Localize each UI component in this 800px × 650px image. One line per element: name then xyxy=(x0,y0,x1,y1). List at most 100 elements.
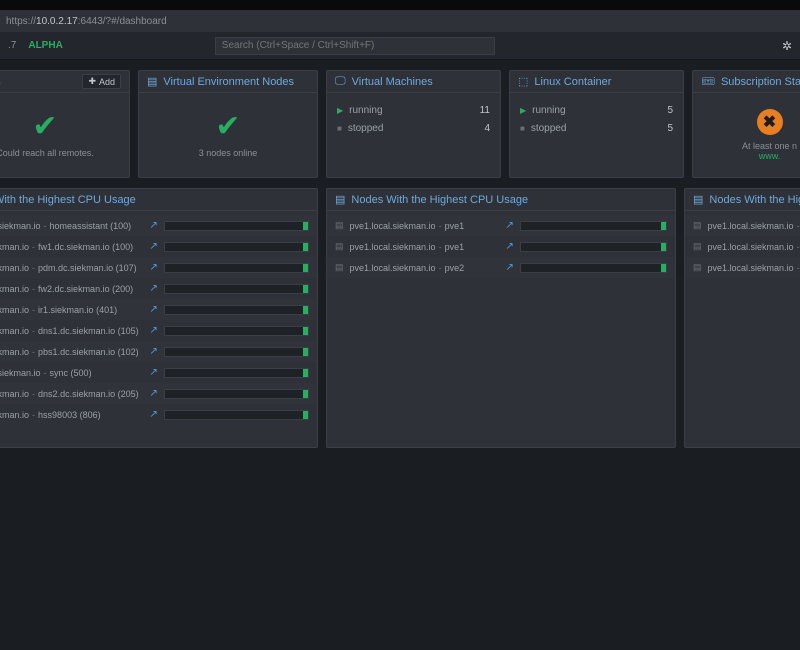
node-icon: ▤ xyxy=(693,220,702,231)
resource-name: .siekman.io-fw1.dc.siekman.io (100) xyxy=(0,242,144,252)
open-link-icon[interactable]: ↗ xyxy=(150,388,158,399)
subscription-status: At least one n www. xyxy=(742,141,797,161)
resource-row[interactable]: ▤ .siekman.io-pdm.dc.siekman.io (107) ↗ xyxy=(0,257,317,278)
resource-row[interactable]: ▤ .siekman.io-hss98003 (806) ↗ xyxy=(0,404,317,425)
usage-bar xyxy=(164,368,309,378)
resource-name: cal.siekman.io-sync (500) xyxy=(0,368,144,378)
url-host: 10.0.2.17 xyxy=(36,16,78,27)
status-count: 4 xyxy=(484,123,490,134)
resource-name: pve1.local.siekman.io-pve1 xyxy=(708,263,800,273)
resource-name: cal.siekman.io-homeassistant (100) xyxy=(0,221,144,231)
browser-urlbar[interactable]: https://10.0.2.17:6443/?#/dashboard xyxy=(0,10,800,32)
usage-bar xyxy=(164,284,309,294)
status-row: ▶running 11 xyxy=(337,101,490,119)
alpha-badge: ALPHA xyxy=(28,40,62,51)
check-icon: ✔ xyxy=(215,112,240,142)
usage-bar xyxy=(164,221,309,231)
url-path: :6443/?#/dashboard xyxy=(78,16,167,27)
version-label: .7 xyxy=(8,40,16,51)
open-link-icon[interactable]: ↗ xyxy=(150,283,158,294)
status-count: 5 xyxy=(667,123,673,134)
status-label: stopped xyxy=(531,123,567,134)
desktop-icon: 🖵 xyxy=(335,75,346,88)
status-row: ■stopped 4 xyxy=(337,119,490,137)
stop-icon: ■ xyxy=(337,124,342,133)
resource-name: .siekman.io-pdm.dc.siekman.io (107) xyxy=(0,263,144,273)
dashboard-content: ☁ tes ✚ Add ✔ Could reach all remotes. ▤… xyxy=(0,60,800,458)
resource-row[interactable]: ▤ .siekman.io-pbs1.dc.siekman.io (102) ↗ xyxy=(0,341,317,362)
resource-row[interactable]: ▤ cal.siekman.io-homeassistant (100) ↗ xyxy=(0,215,317,236)
resource-row[interactable]: ▤ .siekman.io-ir1.siekman.io (401) ↗ xyxy=(0,299,317,320)
card-subscription: 🎟 Subscription Status ✖ At least one n w… xyxy=(692,70,800,178)
search-container xyxy=(215,37,495,55)
error-icon: ✖ xyxy=(757,109,783,135)
server-icon: ▤ xyxy=(147,75,157,88)
resource-row[interactable]: ▤ pve1.local.siekman.io-pve2 ↗ xyxy=(685,236,800,257)
open-link-icon[interactable]: ↗ xyxy=(506,241,514,252)
resource-name: .siekman.io-hss98003 (806) xyxy=(0,410,144,420)
resource-row[interactable]: ▤ .siekman.io-dns2.dc.siekman.io (205) ↗ xyxy=(0,383,317,404)
list-icon: ▤ xyxy=(335,193,345,206)
resource-row[interactable]: ▤ pve1.local.siekman.io-pve1 ↗ xyxy=(685,257,800,278)
panel-body: ▤ pve1.local.siekman.io-pve1 ↗ ▤ pve1.lo… xyxy=(685,211,800,282)
panel-title: Nodes With the Highest CPU Usage xyxy=(351,194,528,206)
usage-bar xyxy=(164,242,309,252)
search-input[interactable] xyxy=(215,37,495,55)
play-icon: ▶ xyxy=(337,106,343,115)
open-link-icon[interactable]: ↗ xyxy=(150,409,158,420)
node-icon: ▤ xyxy=(693,262,702,273)
open-link-icon[interactable]: ↗ xyxy=(150,220,158,231)
vm-status-list: ▶running 11 ■stopped 4 xyxy=(335,97,492,141)
resource-name: pve1.local.siekman.io-pve1 xyxy=(350,221,500,231)
open-link-icon[interactable]: ↗ xyxy=(150,241,158,252)
panel-title: s With the Highest CPU Usage xyxy=(0,194,136,206)
resource-row[interactable]: ▤ pve1.local.siekman.io-pve1 ↗ xyxy=(327,215,675,236)
usage-bar xyxy=(164,410,309,420)
open-link-icon[interactable]: ↗ xyxy=(150,304,158,315)
card-title: Linux Container xyxy=(534,76,611,88)
open-link-icon[interactable]: ↗ xyxy=(150,325,158,336)
gear-icon[interactable]: ✲ xyxy=(782,39,792,53)
resource-name: .siekman.io-dns2.dc.siekman.io (205) xyxy=(0,389,144,399)
lxc-status-list: ▶running 5 ■ stopped 5 xyxy=(518,97,675,141)
usage-bar xyxy=(164,263,309,273)
panel-body: ▤ cal.siekman.io-homeassistant (100) ↗ ▤… xyxy=(0,211,317,429)
app-topbar: .7 ALPHA ✲ xyxy=(0,32,800,60)
open-link-icon[interactable]: ↗ xyxy=(506,262,514,273)
resource-row[interactable]: ▤ .siekman.io-fw2.dc.siekman.io (200) ↗ xyxy=(0,278,317,299)
resource-name: pve1.local.siekman.io-pve1 xyxy=(708,221,800,231)
node-icon: ▤ xyxy=(335,241,344,252)
resource-row[interactable]: ▤ pve1.local.siekman.io-pve1 ↗ xyxy=(685,215,800,236)
status-row: ▶running 5 xyxy=(520,101,673,119)
card-title: Subscription Status xyxy=(721,76,800,88)
resource-row[interactable]: ▤ pve1.local.siekman.io-pve2 ↗ xyxy=(327,257,675,278)
nodes-status: 3 nodes online xyxy=(199,148,258,158)
resource-name: pve1.local.siekman.io-pve2 xyxy=(708,242,800,252)
resource-name: .siekman.io-ir1.siekman.io (401) xyxy=(0,305,144,315)
panel-nodes-cpu: ▤ Nodes With the Highest CPU Usage ▤ pve… xyxy=(326,188,676,448)
status-row: ■ stopped 5 xyxy=(520,119,673,137)
stop-icon: ■ xyxy=(520,124,525,133)
cube-icon: ⬚ xyxy=(518,75,528,88)
open-link-icon[interactable]: ↗ xyxy=(150,346,158,357)
usage-bar xyxy=(520,263,667,273)
open-link-icon[interactable]: ↗ xyxy=(506,220,514,231)
node-icon: ▤ xyxy=(693,241,702,252)
panel-title: Nodes With the Highest Memory Usag xyxy=(709,194,800,206)
status-count: 5 xyxy=(667,105,673,116)
add-remote-button[interactable]: ✚ Add xyxy=(82,74,121,89)
usage-bar xyxy=(164,389,309,399)
open-link-icon[interactable]: ↗ xyxy=(150,262,158,273)
resource-row[interactable]: ▤ .siekman.io-dns1.dc.siekman.io (105) ↗ xyxy=(0,320,317,341)
resource-row[interactable]: ▤ .siekman.io-fw1.dc.siekman.io (100) ↗ xyxy=(0,236,317,257)
status-count: 11 xyxy=(480,105,490,116)
resource-name: .siekman.io-dns1.dc.siekman.io (105) xyxy=(0,326,144,336)
check-icon: ✔ xyxy=(32,112,57,142)
resource-row[interactable]: ▤ cal.siekman.io-sync (500) ↗ xyxy=(0,362,317,383)
subscription-link[interactable]: www. xyxy=(759,151,781,161)
resource-row[interactable]: ▤ pve1.local.siekman.io-pve1 ↗ xyxy=(327,236,675,257)
open-link-icon[interactable]: ↗ xyxy=(150,367,158,378)
list-icon: ▤ xyxy=(693,193,703,206)
usage-bar xyxy=(164,347,309,357)
url-scheme: https:// xyxy=(6,16,36,27)
